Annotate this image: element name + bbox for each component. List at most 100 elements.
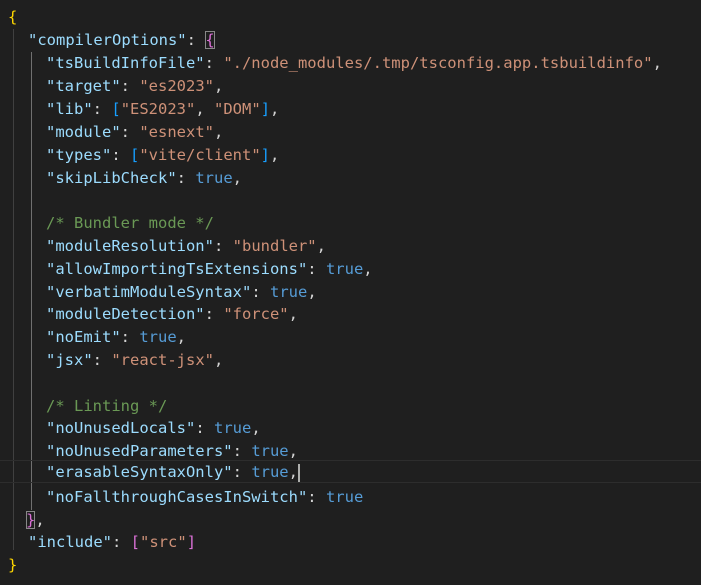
text-cursor	[297, 463, 300, 482]
json-boolean-value: true	[251, 463, 289, 481]
json-string-value: "force"	[223, 305, 289, 323]
json-key: "module"	[46, 123, 121, 141]
json-comma: ,	[307, 283, 317, 301]
compiler-options-open-brace: {	[205, 31, 215, 49]
code-line[interactable]: "noFallthroughCasesInSwitch": true	[46, 486, 363, 509]
json-key: "lib"	[46, 100, 93, 118]
array-close-bracket: ]	[186, 533, 197, 551]
json-colon: :	[120, 123, 140, 141]
code-line-current[interactable]: "erasableSyntaxOnly": true,	[0, 460, 701, 483]
json-colon: :	[232, 442, 252, 460]
json-colon: :	[251, 283, 270, 301]
json-key: "skipLibCheck"	[46, 169, 177, 187]
json-key: "compilerOptions"	[28, 31, 187, 49]
json-comma: ,	[213, 123, 224, 141]
code-line[interactable]: "lib": ["ES2023", "DOM"],	[46, 98, 279, 121]
code-line[interactable]: /* Linting */	[46, 395, 167, 418]
code-line[interactable]: "module": "esnext",	[46, 121, 223, 144]
json-colon: :	[176, 169, 196, 187]
json-string-value: "bundler"	[232, 237, 317, 255]
code-comment: /* Linting */	[46, 397, 168, 415]
json-boolean-value: true	[195, 169, 233, 187]
json-comma: ,	[270, 100, 280, 118]
json-boolean-value: true	[139, 328, 177, 346]
json-boolean-value: true	[269, 283, 308, 301]
json-comma: ,	[363, 260, 373, 278]
json-key: "moduleDetection"	[46, 305, 205, 323]
json-colon: :	[112, 533, 131, 551]
json-comma: ,	[35, 511, 45, 529]
json-key: "noUnusedLocals"	[46, 419, 196, 437]
json-key: "jsx"	[46, 351, 93, 369]
code-line[interactable]: "include": ["src"]	[28, 531, 196, 554]
code-line[interactable]: "moduleDetection": "force",	[46, 303, 298, 326]
json-string-value: "esnext"	[139, 123, 214, 141]
json-colon: :	[120, 77, 140, 95]
compiler-options-close-brace: }	[26, 511, 36, 529]
json-key: "target"	[46, 77, 121, 95]
code-comment: /* Bundler mode */	[46, 214, 214, 232]
code-line[interactable]: "tsBuildInfoFile": "./node_modules/.tmp/…	[46, 52, 662, 75]
json-comma: ,	[270, 146, 280, 164]
json-colon: :	[213, 237, 233, 255]
array-close-bracket: ]	[260, 100, 271, 118]
code-line[interactable]: "moduleResolution": "bundler",	[46, 235, 326, 258]
json-colon: :	[186, 31, 206, 49]
json-comma: ,	[316, 237, 326, 255]
json-key: "include"	[28, 533, 112, 551]
json-key: "noEmit"	[46, 328, 121, 346]
json-colon: :	[204, 305, 224, 323]
json-comma: ,	[288, 463, 298, 481]
indent-guide-compiler-options	[31, 52, 32, 510]
code-line[interactable]: "noUnusedLocals": true,	[46, 417, 261, 440]
json-comma: ,	[195, 100, 215, 118]
array-close-bracket: ]	[260, 146, 271, 164]
json-comma: ,	[652, 54, 662, 72]
json-string-value: "ES2023"	[120, 100, 196, 118]
json-key: "moduleResolution"	[46, 237, 214, 255]
code-line[interactable]: "verbatimModuleSyntax": true,	[46, 281, 317, 304]
array-open-bracket: [	[130, 146, 140, 164]
code-line[interactable]: }	[8, 554, 17, 577]
json-string-value: "react-jsx"	[111, 351, 214, 369]
code-line[interactable]: "target": "es2023",	[46, 75, 223, 98]
json-colon: :	[92, 351, 112, 369]
code-line[interactable]: "allowImportingTsExtensions": true,	[46, 258, 373, 281]
code-line[interactable]: "jsx": "react-jsx",	[46, 349, 223, 372]
code-line[interactable]: "skipLibCheck": true,	[46, 167, 242, 190]
json-comma: ,	[232, 169, 242, 187]
code-line[interactable]: "noEmit": true,	[46, 326, 186, 349]
code-line[interactable]: "types": ["vite/client"],	[46, 144, 279, 167]
json-key: "noUnusedParameters"	[46, 442, 233, 460]
json-key: "tsBuildInfoFile"	[46, 54, 205, 72]
json-colon: :	[307, 260, 326, 278]
json-boolean-value: true	[325, 260, 364, 278]
code-line[interactable]: },	[26, 509, 45, 532]
json-key: "types"	[46, 146, 112, 164]
array-open-bracket: [	[111, 100, 121, 118]
code-line[interactable]: /* Bundler mode */	[46, 212, 214, 235]
json-boolean-value: true	[251, 442, 289, 460]
json-comma: ,	[251, 419, 261, 437]
json-comma: ,	[213, 77, 224, 95]
json-comma: ,	[288, 442, 298, 460]
code-editor[interactable]: { "compilerOptions": { "tsBuildInfoFile"…	[0, 0, 701, 585]
root-open-brace: {	[8, 8, 18, 26]
json-key: "allowImportingTsExtensions"	[46, 260, 308, 278]
json-comma: ,	[288, 305, 298, 323]
json-key: "erasableSyntaxOnly"	[46, 463, 233, 481]
json-string-value: "DOM"	[214, 100, 261, 118]
json-colon: :	[195, 419, 214, 437]
code-line[interactable]: "compilerOptions": {	[28, 29, 215, 52]
json-key: "verbatimModuleSyntax"	[46, 283, 252, 301]
json-comma: ,	[214, 351, 224, 369]
json-boolean-value: true	[213, 419, 252, 437]
json-colon: :	[92, 100, 112, 118]
json-boolean-value: true	[325, 488, 364, 506]
json-colon: :	[232, 463, 252, 481]
code-line[interactable]: {	[8, 6, 17, 29]
json-string-value: "src"	[140, 533, 187, 551]
json-string-value: "./node_modules/.tmp/tsconfig.app.tsbuil…	[223, 54, 653, 72]
root-close-brace: }	[8, 556, 18, 574]
json-string-value: "vite/client"	[139, 146, 261, 164]
